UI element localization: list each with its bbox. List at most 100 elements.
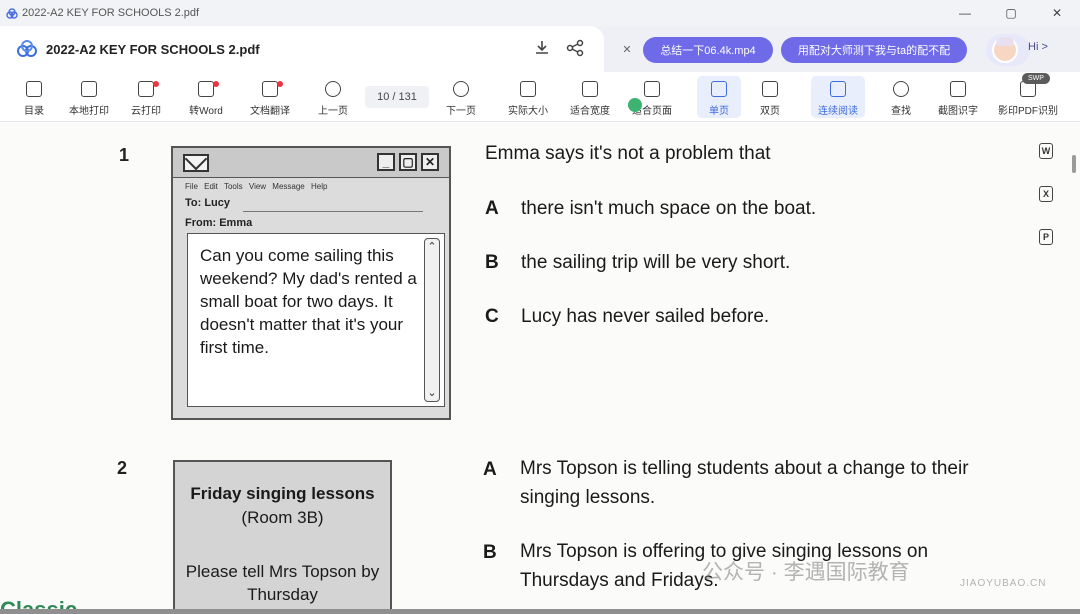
download-icon[interactable]	[533, 39, 551, 57]
close-panel-icon[interactable]: ✕	[618, 40, 636, 58]
toolbar-cloud-print-label: 云打印	[131, 106, 161, 117]
toolbar-fit-width-label: 适合宽度	[570, 106, 610, 117]
email-to-line	[243, 211, 423, 212]
maximize-icon: ▢	[399, 153, 417, 171]
notice-title: Friday singing lessons	[190, 484, 375, 503]
toolbar-double-page[interactable]: 双页	[754, 78, 786, 118]
option-letter: A	[483, 459, 497, 480]
chevron-up-icon: ⌃	[427, 241, 437, 253]
close-window-button[interactable]: ✕	[1034, 0, 1080, 26]
email-menu: File Edit Tools View Message Help	[185, 182, 328, 191]
suggestion-pill-summary[interactable]: 总结一下06.4k.mp4	[643, 37, 773, 63]
toolbar-search-label: 查找	[891, 106, 911, 117]
email-body: Can you come sailing this weekend? My da…	[187, 233, 445, 407]
close-icon: ✕	[421, 153, 439, 171]
single-page-icon	[711, 81, 727, 97]
toolbar-cloud-print[interactable]: 云打印	[128, 78, 164, 118]
option-letter: B	[483, 542, 497, 563]
toolbar-double-page-label: 双页	[760, 106, 780, 117]
toolbar-next-page-label: 下一页	[446, 106, 476, 117]
window-titlebar: 2022-A2 KEY FOR SCHOOLS 2.pdf — ▢ ✕	[0, 0, 1080, 26]
toolbar-actual-size-label: 实际大小	[508, 106, 548, 117]
email-message: Can you come sailing this weekend? My da…	[200, 246, 417, 357]
app-logo-icon	[16, 40, 38, 58]
fit-page-icon	[644, 81, 660, 97]
prev-page-icon	[325, 81, 341, 97]
word-icon: W	[1039, 143, 1053, 159]
toolbar-actual-size[interactable]: 实际大小	[504, 78, 552, 118]
maximize-button[interactable]: ▢	[988, 0, 1034, 26]
question-stem: Emma says it's not a problem that	[485, 143, 771, 164]
toolbar-translate[interactable]: 文档翻译	[246, 78, 294, 118]
notice-room: (Room 3B)	[241, 508, 324, 527]
actual-size-icon	[520, 81, 536, 97]
notice-card: Friday singing lessons (Room 3B) Please …	[173, 460, 392, 611]
app-logo-icon	[6, 7, 18, 19]
toolbar-toc-label: 目录	[24, 106, 44, 117]
toolbar-prev-page-label: 上一页	[318, 106, 348, 117]
tab-bar: 2022-A2 KEY FOR SCHOOLS 2.pdf ✕ 总结一下06.4…	[0, 26, 1080, 72]
word-icon	[198, 81, 219, 97]
search-icon	[893, 81, 909, 97]
toolbar-single-page[interactable]: 单页	[703, 78, 735, 118]
toolbar-continuous-label: 连续阅读	[818, 106, 858, 117]
toolbar-to-word-label: 转Word	[189, 106, 223, 117]
toolbar-prev-page[interactable]: 上一页	[314, 78, 352, 118]
bottom-strip	[0, 609, 1080, 614]
toolbar-single-page-label: 单页	[709, 106, 729, 117]
question-number: 1	[119, 145, 130, 165]
translate-icon	[262, 81, 283, 97]
email-from: From: Emma	[185, 217, 253, 229]
toc-icon	[26, 81, 42, 97]
document-title: 2022-A2 KEY FOR SCHOOLS 2.pdf	[46, 41, 260, 57]
watermark: 公众号 · 李遇国际教育	[702, 561, 910, 584]
avatar[interactable]	[986, 34, 1030, 66]
new-badge: SWP	[1022, 73, 1050, 84]
minimize-button[interactable]: —	[942, 0, 988, 26]
page-indicator[interactable]: 10 / 131	[365, 86, 429, 108]
watermark-sub: JIAOYUBAO.CN	[960, 578, 1047, 589]
next-page-icon	[453, 81, 469, 97]
toolbar-continuous[interactable]: 连续阅读	[814, 78, 862, 118]
option-text: the sailing trip will be very short.	[521, 252, 791, 273]
continuous-icon	[830, 81, 846, 97]
double-page-icon	[762, 81, 778, 97]
option-letter: A	[485, 198, 499, 219]
toolbar-local-print[interactable]: 本地打印	[66, 78, 112, 118]
page-scrollbar-thumb[interactable]	[1072, 155, 1076, 173]
email-window: _ ▢ ✕ File Edit Tools View Message Help …	[171, 146, 451, 420]
notice-body: Please tell Mrs Topson by Thursday	[185, 562, 380, 604]
pdf-page: 1 _ ▢ ✕ File Edit Tools View Message Hel…	[0, 123, 1080, 611]
toolbar-fit-width[interactable]: 适合宽度	[566, 78, 614, 118]
option-text: Mrs Topson is telling students about a c…	[520, 458, 969, 508]
excel-icon: X	[1039, 186, 1053, 202]
printer-icon	[81, 81, 97, 97]
toolbar-ocr-pdf-label: 影印PDF识别	[998, 106, 1058, 117]
ppt-icon: P	[1039, 229, 1053, 245]
suggestion-pill-match[interactable]: 用配对大师测下我与ta的配不配	[781, 37, 967, 63]
status-dot	[628, 98, 642, 112]
minimize-icon: _	[377, 153, 395, 171]
toolbar-screenshot-ocr[interactable]: 截图识字	[934, 78, 982, 118]
toolbar-toc[interactable]: 目录	[20, 78, 48, 118]
document-tab[interactable]: 2022-A2 KEY FOR SCHOOLS 2.pdf	[0, 26, 604, 72]
toolbar-ocr-pdf[interactable]: 影印PDF识别	[996, 78, 1060, 118]
share-icon[interactable]	[566, 39, 584, 57]
avatar-face	[992, 37, 1018, 63]
email-to: To: Lucy	[185, 197, 231, 209]
side-excel-button[interactable]: X	[1036, 183, 1056, 205]
window-controls: — ▢ ✕	[942, 0, 1080, 26]
email-titlebar: _ ▢ ✕	[173, 148, 449, 178]
question-number: 2	[117, 458, 128, 478]
option-text: Lucy has never sailed before.	[521, 306, 770, 327]
envelope-icon	[183, 154, 209, 172]
toolbar-search[interactable]: 查找	[886, 78, 916, 118]
option-letter: B	[485, 252, 499, 273]
toolbar-next-page[interactable]: 下一页	[442, 78, 480, 118]
side-word-button[interactable]: W	[1036, 140, 1056, 162]
email-scrollbar: ⌃ ⌄	[424, 238, 440, 402]
toolbar-to-word[interactable]: 转Word	[178, 78, 234, 118]
assistant-hi-button[interactable]: Hi >	[1028, 41, 1048, 53]
toolbar-local-print-label: 本地打印	[69, 106, 109, 117]
side-ppt-button[interactable]: P	[1036, 226, 1056, 248]
